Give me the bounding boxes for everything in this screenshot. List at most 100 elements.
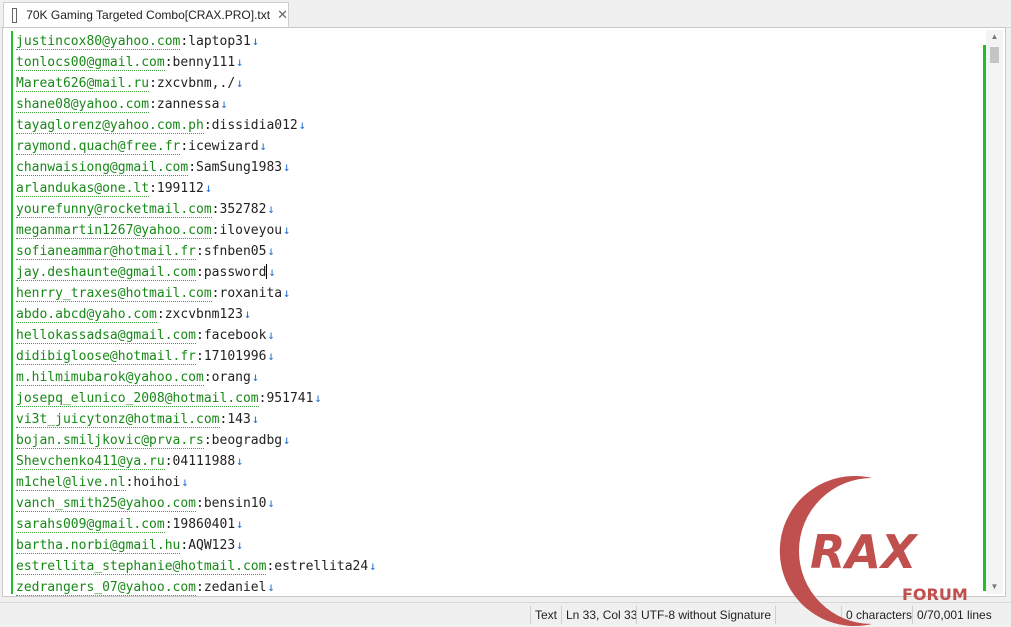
newline-icon: ↓ bbox=[181, 475, 189, 489]
status-encoding[interactable]: UTF-8 without Signature bbox=[636, 606, 775, 624]
email-link[interactable]: estrellita_stephanie@hotmail.com bbox=[16, 559, 267, 575]
email-link[interactable]: Shevchenko411@ya.ru bbox=[16, 454, 165, 470]
password-text: :iloveyou bbox=[211, 223, 283, 238]
email-link[interactable]: m1chel@live.nl bbox=[16, 475, 126, 491]
email-link[interactable]: bojan.smiljkovic@prva.rs bbox=[16, 433, 204, 449]
newline-icon: ↓ bbox=[267, 244, 275, 258]
status-selection: 0 characters bbox=[841, 606, 913, 624]
email-link[interactable]: didibigloose@hotmail.fr bbox=[16, 349, 197, 365]
newline-icon: ↓ bbox=[236, 454, 244, 468]
newline-icon: ↓ bbox=[243, 307, 252, 321]
editor-line: sofianeammar@hotmail.fr:sfnben05↓ bbox=[16, 241, 981, 262]
password-text: :951741 bbox=[258, 391, 314, 406]
newline-icon: ↓ bbox=[283, 286, 291, 300]
newline-icon: ↓ bbox=[267, 328, 275, 342]
tab-title: 70K Gaming Targeted Combo[CRAX.PRO].txt bbox=[26, 8, 271, 22]
password-text: :beogradbg bbox=[203, 433, 283, 448]
newline-icon: ↓ bbox=[267, 580, 275, 594]
email-link[interactable]: jay.deshaunte@gmail.com bbox=[16, 265, 197, 281]
editor-line: estrellita_stephanie@hotmail.com:estrell… bbox=[16, 556, 981, 577]
editor-line: bartha.norbi@gmail.hu:AQW123↓ bbox=[16, 535, 981, 556]
email-link[interactable]: m.hilmimubarok@yahoo.com bbox=[16, 370, 204, 386]
editor-line: chanwaisiong@gmail.com:SamSung1983↓ bbox=[16, 157, 981, 178]
status-position[interactable]: Ln 33, Col 33 bbox=[561, 606, 637, 624]
password-text: :bensin10 bbox=[196, 496, 267, 511]
newline-icon: ↓ bbox=[259, 139, 267, 153]
editor-line: m1chel@live.nl:hoihoi↓ bbox=[16, 472, 981, 493]
newline-icon: ↓ bbox=[298, 118, 306, 132]
newline-icon: ↓ bbox=[236, 76, 244, 90]
email-link[interactable]: arlandukas@one.lt bbox=[16, 181, 150, 197]
newline-icon: ↓ bbox=[267, 202, 275, 216]
email-link[interactable]: abdo.abcd@yaho.com bbox=[16, 307, 157, 323]
editor-line: Mareat626@mail.ru:zxcvbnm,./↓ bbox=[16, 73, 981, 94]
vertical-scrollbar[interactable]: ▲ ▼ bbox=[986, 30, 1003, 594]
password-text: :sfnben05 bbox=[196, 244, 267, 259]
email-link[interactable]: vi3t_juicytonz@hotmail.com bbox=[16, 412, 220, 428]
email-link[interactable]: raymond.quach@free.fr bbox=[16, 139, 181, 155]
editor-line: shane08@yahoo.com:zannessa↓ bbox=[16, 94, 981, 115]
editor-line: arlandukas@one.lt:199112↓ bbox=[16, 178, 981, 199]
email-link[interactable]: yourefunny@rocketmail.com bbox=[16, 202, 212, 218]
email-link[interactable]: justincox80@yahoo.com bbox=[16, 34, 181, 50]
email-link[interactable]: tayaglorenz@yahoo.com.ph bbox=[16, 118, 204, 134]
editor-line: vanch_smith25@yahoo.com:bensin10↓ bbox=[16, 493, 981, 514]
editor-line: raymond.quach@free.fr:icewizard↓ bbox=[16, 136, 981, 157]
password-text: :17101996 bbox=[196, 349, 267, 364]
email-link[interactable]: sarahs009@gmail.com bbox=[16, 517, 165, 533]
password-text: :roxanita bbox=[211, 286, 283, 301]
status-line-endings[interactable] bbox=[775, 606, 850, 624]
password-text: :password bbox=[196, 265, 267, 280]
password-text: :AQW123 bbox=[180, 538, 236, 553]
email-link[interactable]: shane08@yahoo.com bbox=[16, 97, 150, 113]
password-text: :SamSung1983 bbox=[188, 160, 283, 175]
email-link[interactable]: tonlocs00@gmail.com bbox=[16, 55, 165, 71]
newline-icon: ↓ bbox=[267, 496, 275, 510]
editor-line: abdo.abcd@yaho.com:zxcvbnm123↓ bbox=[16, 304, 981, 325]
email-link[interactable]: chanwaisiong@gmail.com bbox=[16, 160, 189, 176]
password-text: :laptop31 bbox=[180, 34, 251, 49]
email-link[interactable]: henrry_traxes@hotmail.com bbox=[16, 286, 212, 302]
password-text: :352782 bbox=[211, 202, 267, 217]
editor-line: hellokassadsa@gmail.com:facebook↓ bbox=[16, 325, 981, 346]
editor-line: yourefunny@rocketmail.com:352782↓ bbox=[16, 199, 981, 220]
password-text: :estrellita24 bbox=[266, 559, 369, 574]
email-link[interactable]: bartha.norbi@gmail.hu bbox=[16, 538, 181, 554]
password-text: :zxcvbnm,./ bbox=[149, 76, 236, 91]
text-editor[interactable]: justincox80@yahoo.com:laptop31↓ tonlocs00… bbox=[2, 27, 1006, 597]
email-link[interactable]: vanch_smith25@yahoo.com bbox=[16, 496, 197, 512]
newline-icon: ↓ bbox=[283, 160, 291, 174]
email-link[interactable]: Mareat626@mail.ru bbox=[16, 76, 150, 92]
editor-line: sarahs009@gmail.com:19860401↓ bbox=[16, 514, 981, 535]
change-margin-bar bbox=[11, 31, 13, 594]
editor-lines: justincox80@yahoo.com:laptop31↓ tonlocs00… bbox=[16, 31, 981, 596]
newline-icon: ↓ bbox=[314, 391, 322, 405]
scrollbar-thumb[interactable] bbox=[990, 47, 999, 63]
email-link[interactable]: sofianeammar@hotmail.fr bbox=[16, 244, 197, 260]
newline-icon: ↓ bbox=[220, 97, 228, 111]
tab-bar: 70K Gaming Targeted Combo[CRAX.PRO].txt … bbox=[0, 0, 1011, 28]
editor-line: henrry_traxes@hotmail.com:roxanita↓ bbox=[16, 283, 981, 304]
file-tab[interactable]: 70K Gaming Targeted Combo[CRAX.PRO].txt … bbox=[3, 2, 289, 27]
newline-icon: ↓ bbox=[251, 34, 260, 48]
email-link[interactable]: meganmartin1267@yahoo.com bbox=[16, 223, 212, 239]
email-link[interactable]: josepq_elunico_2008@hotmail.com bbox=[16, 391, 259, 407]
newline-icon: ↓ bbox=[204, 181, 213, 195]
scroll-down-icon[interactable]: ▼ bbox=[986, 580, 1003, 594]
editor-line: zedrangers_07@yahoo.com:zedaniel↓ bbox=[16, 577, 981, 596]
email-link[interactable]: hellokassadsa@gmail.com bbox=[16, 328, 197, 344]
newline-icon: ↓ bbox=[283, 433, 291, 447]
editor-line: vi3t_juicytonz@hotmail.com:143↓ bbox=[16, 409, 981, 430]
password-text: :hoihoi bbox=[125, 475, 181, 490]
text-file-icon bbox=[12, 7, 18, 23]
editor-line: tonlocs00@gmail.com:benny111↓ bbox=[16, 52, 981, 73]
password-text: :benny111 bbox=[164, 55, 236, 70]
scroll-up-icon[interactable]: ▲ bbox=[986, 30, 1003, 44]
email-link[interactable]: zedrangers_07@yahoo.com bbox=[16, 580, 197, 596]
editor-line: m.hilmimubarok@yahoo.com:orang↓ bbox=[16, 367, 981, 388]
editor-line: meganmartin1267@yahoo.com:iloveyou↓ bbox=[16, 220, 981, 241]
password-text: :icewizard bbox=[180, 139, 259, 154]
status-mode[interactable]: Text bbox=[530, 606, 560, 624]
close-icon[interactable]: ✕ bbox=[277, 7, 288, 23]
newline-icon: ↓ bbox=[267, 349, 275, 363]
